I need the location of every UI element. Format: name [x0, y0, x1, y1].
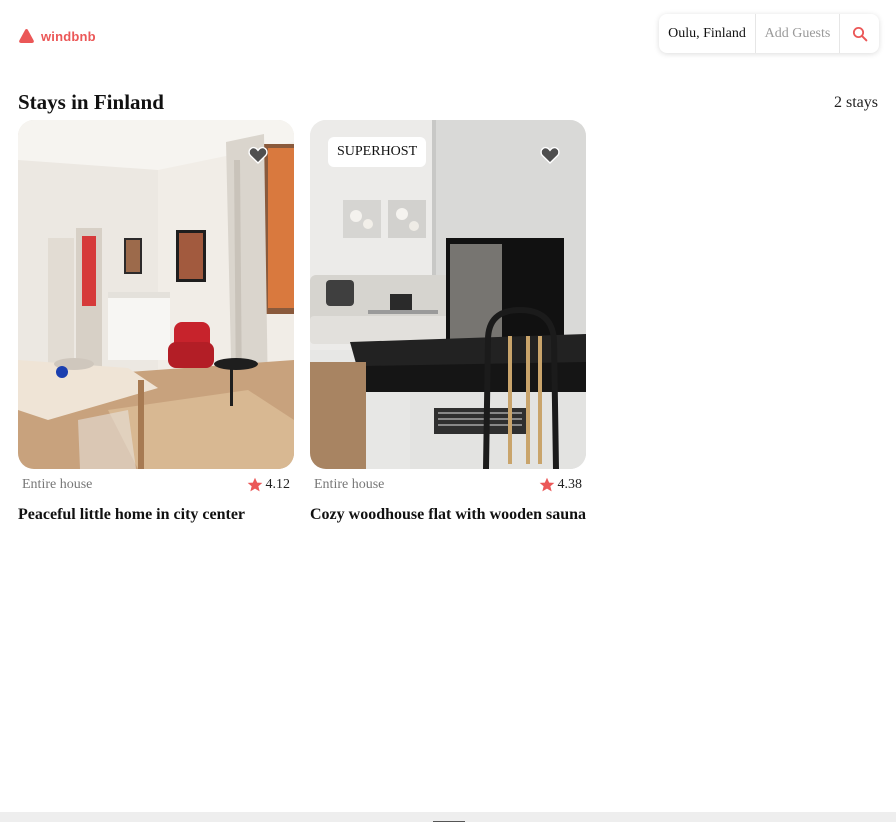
page-title: Stays in Finland: [18, 90, 164, 114]
stay-photo[interactable]: [18, 120, 294, 469]
search-button[interactable]: [840, 14, 879, 53]
stay-title[interactable]: Cozy woodhouse flat with wooden sauna: [310, 506, 586, 524]
rating-value: 4.12: [265, 477, 291, 492]
stay-rating: 4.38: [539, 477, 583, 493]
superhost-badge: SUPERHOST: [328, 137, 427, 167]
heart-icon[interactable]: [540, 146, 560, 164]
logo-mark-icon: [19, 29, 34, 43]
stay-type: Entire house: [314, 477, 385, 492]
stay-title[interactable]: Peaceful little home in city center: [18, 506, 294, 524]
stay-meta: Entire house 4.38: [310, 472, 586, 500]
location-field[interactable]: Oulu, Finland: [659, 14, 756, 53]
stay-rating: 4.12: [247, 477, 291, 493]
stay-meta: Entire house 4.12: [18, 472, 294, 500]
search-icon: [852, 26, 867, 41]
stay-count: 2 stays: [834, 94, 878, 111]
guests-field[interactable]: Add Guests: [756, 14, 840, 53]
stay-card[interactable]: Entire house 4.12 Peaceful little home i…: [18, 120, 294, 524]
stay-type: Entire house: [22, 477, 93, 492]
brand-logo[interactable]: windbnb: [18, 26, 96, 46]
rating-value: 4.38: [557, 477, 583, 492]
stay-photo-image: [18, 120, 294, 469]
stay-photo[interactable]: SUPERHOST: [310, 120, 586, 469]
star-icon: [247, 477, 262, 492]
stay-card[interactable]: SUPERHOST Entire house 4.38 Cozy woodhou…: [310, 120, 586, 524]
heart-icon[interactable]: [248, 146, 268, 164]
brand-name: windbnb: [41, 28, 96, 44]
star-icon: [539, 477, 554, 492]
stay-photo-image: [310, 120, 586, 469]
search-bar: Oulu, Finland Add Guests: [659, 14, 879, 53]
